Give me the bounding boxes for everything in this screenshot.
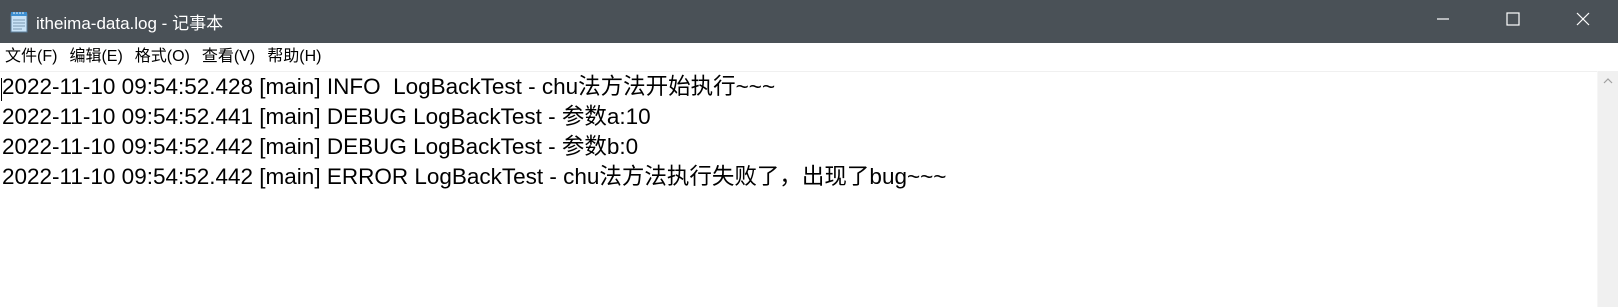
close-button[interactable]	[1548, 0, 1618, 43]
window-title: itheima-data.log - 记事本	[36, 14, 224, 33]
menu-file[interactable]: 文件(F)	[0, 43, 63, 70]
menu-format[interactable]: 格式(O)	[129, 43, 196, 70]
log-line: 2022-11-10 09:54:52.442 [main] DEBUG Log…	[2, 134, 639, 159]
chevron-up-icon	[1603, 72, 1613, 90]
notepad-icon	[10, 11, 28, 33]
text-editor-area[interactable]: 2022-11-10 09:54:52.428 [main] INFO LogB…	[0, 71, 1598, 307]
scroll-up-button[interactable]	[1598, 71, 1618, 91]
menu-edit[interactable]: 编辑(E)	[63, 43, 128, 70]
menu-view[interactable]: 查看(V)	[196, 43, 261, 70]
log-line: 2022-11-10 09:54:52.428 [main] INFO LogB…	[2, 74, 776, 99]
notepad-window: itheima-data.log - 记事本 文件(F) 编辑(E) 格式(O)…	[0, 0, 1618, 307]
caption-buttons	[1408, 0, 1618, 43]
menu-help[interactable]: 帮助(H)	[261, 43, 327, 70]
maximize-button[interactable]	[1478, 0, 1548, 43]
title-bar[interactable]: itheima-data.log - 记事本	[0, 0, 1618, 43]
vertical-scrollbar[interactable]	[1597, 71, 1618, 307]
maximize-icon	[1505, 11, 1521, 32]
log-line: 2022-11-10 09:54:52.442 [main] ERROR Log…	[2, 164, 947, 189]
minimize-button[interactable]	[1408, 0, 1478, 43]
minimize-icon	[1435, 11, 1451, 32]
text-caret	[1, 78, 2, 101]
close-icon	[1575, 11, 1591, 32]
menu-bar: 文件(F) 编辑(E) 格式(O) 查看(V) 帮助(H)	[0, 43, 1618, 70]
log-line: 2022-11-10 09:54:52.441 [main] DEBUG Log…	[2, 104, 651, 129]
